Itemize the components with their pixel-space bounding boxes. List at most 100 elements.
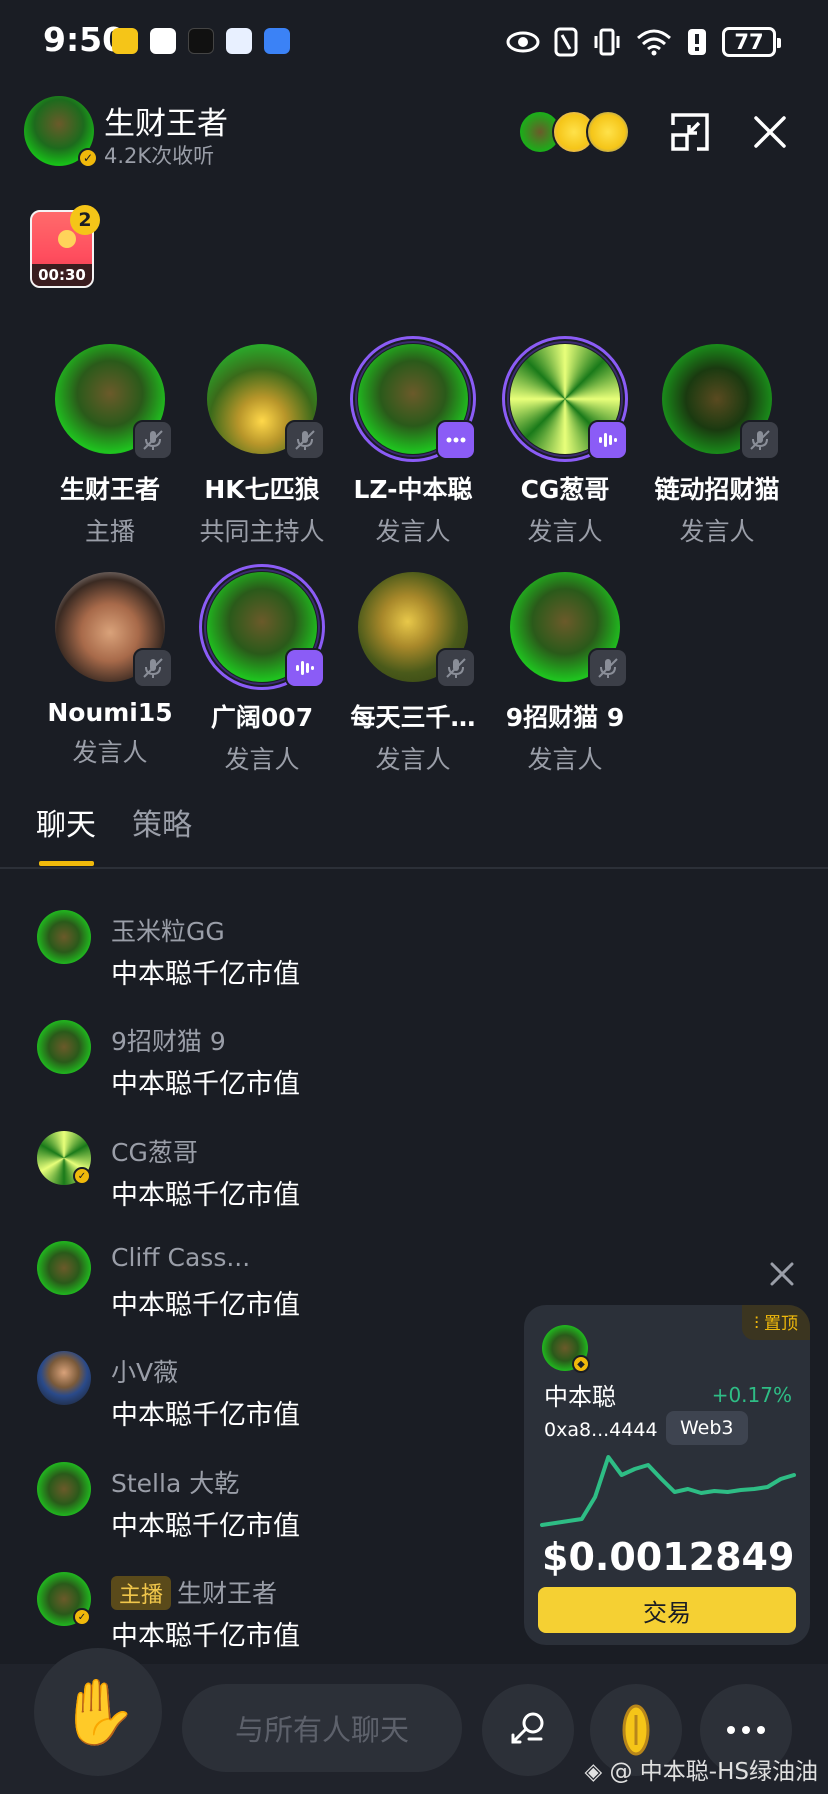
speaker-card[interactable]: CG葱哥 发言人 bbox=[489, 336, 641, 548]
token-change: +0.17% bbox=[711, 1383, 792, 1407]
speaker-card[interactable]: HK七匹狼 共同主持人 bbox=[186, 344, 338, 548]
share-button[interactable] bbox=[482, 1684, 574, 1776]
speaker-name: HK七匹狼 bbox=[204, 475, 320, 504]
message-username: Cliff Cass... bbox=[111, 1243, 251, 1272]
minimize-icon bbox=[671, 113, 709, 151]
chat-message[interactable]: 9招财猫 9 中本聪千亿市值 bbox=[37, 1020, 497, 1110]
token-badge-icon: ◆ bbox=[572, 1355, 590, 1373]
tab-chat[interactable]: 聊天 bbox=[36, 800, 96, 844]
trade-button[interactable]: 交易 bbox=[538, 1587, 796, 1633]
pin-label: 置顶 bbox=[764, 1314, 798, 1334]
coin-icon bbox=[622, 1704, 650, 1756]
message-text: 中本聪千亿市值 bbox=[111, 1180, 300, 1211]
speaker-name: Noumi15 bbox=[47, 698, 173, 727]
watermark-text: @ 中本聪-HS绿油油 bbox=[609, 1759, 818, 1785]
speaker-name: CG葱哥 bbox=[520, 475, 610, 504]
message-text: 中本聪千亿市值 bbox=[111, 1511, 300, 1542]
speaker-role: 发言人 bbox=[527, 745, 603, 774]
chat-message[interactable]: 玉米粒GG 中本聪千亿市值 bbox=[37, 910, 497, 1000]
message-username: 小V薇 bbox=[111, 1358, 179, 1387]
speaker-card[interactable]: LZ-中本聪 发言人 bbox=[337, 336, 489, 548]
chat-message[interactable]: Cliff Cass... 中本聪千亿市值 bbox=[37, 1241, 497, 1331]
speaker-card[interactable]: 生财王者 主播 bbox=[34, 344, 186, 548]
message-username: CG葱哥 bbox=[111, 1138, 198, 1167]
speaking-wave-icon bbox=[588, 420, 628, 460]
speaker-role: 共同主持人 bbox=[199, 517, 325, 546]
listener-avatars[interactable] bbox=[518, 110, 630, 154]
listen-count: 4.2K次收听 bbox=[104, 144, 215, 168]
speaker-card[interactable]: 链动招财猫 发言人 bbox=[641, 344, 793, 548]
vibrate-icon bbox=[594, 28, 620, 56]
speaker-name: 广阔007 bbox=[210, 703, 314, 732]
chat-input[interactable]: 与所有人聊天 bbox=[182, 1684, 462, 1772]
status-bar: 9:50 77 bbox=[0, 0, 828, 82]
speaker-role: 发言人 bbox=[72, 738, 148, 767]
speaker-role: 主播 bbox=[84, 517, 135, 546]
price-sparkline bbox=[540, 1455, 796, 1527]
speaker-role: 发言人 bbox=[527, 517, 603, 546]
tiktok-icon bbox=[188, 28, 214, 54]
chain-chip: Web3 bbox=[666, 1411, 748, 1445]
mic-muted-icon bbox=[285, 420, 325, 460]
speaker-card[interactable]: 广阔007 发言人 bbox=[186, 564, 338, 776]
token-card[interactable]: ⫶ 置顶 ◆ 中本聪 +0.17% 0xa8...4444 Web3 $0.00… bbox=[524, 1305, 810, 1645]
speaking-wave-icon bbox=[285, 648, 325, 688]
calendar-icon bbox=[226, 28, 252, 54]
speaker-role: 发言人 bbox=[375, 517, 451, 546]
nfc-icon bbox=[554, 27, 578, 57]
chat-message[interactable]: Stella 大乾 中本聪千亿市值 bbox=[37, 1462, 497, 1552]
message-username: Stella 大乾 bbox=[111, 1469, 240, 1498]
avatar bbox=[37, 1462, 91, 1516]
more-icon bbox=[727, 1726, 765, 1734]
gift-icon bbox=[58, 230, 76, 248]
verified-badge-icon: ✓ bbox=[78, 148, 98, 168]
token-card-close-button[interactable] bbox=[764, 1256, 800, 1292]
close-button[interactable] bbox=[746, 108, 794, 156]
avatar bbox=[37, 1241, 91, 1295]
close-icon bbox=[754, 116, 786, 148]
speaker-card[interactable]: 每天三千… 发言人 bbox=[337, 572, 489, 776]
divider bbox=[0, 867, 828, 869]
message-text: 中本聪千亿市值 bbox=[111, 1621, 300, 1652]
avatar bbox=[37, 1351, 91, 1405]
avatar bbox=[37, 1020, 91, 1074]
message-text: 中本聪千亿市值 bbox=[111, 1400, 300, 1431]
speaker-name: 每天三千… bbox=[350, 703, 476, 732]
mic-muted-icon bbox=[133, 648, 173, 688]
tab-active-indicator bbox=[39, 861, 94, 866]
verified-badge-icon: ✓ bbox=[73, 1167, 91, 1185]
drive-icon bbox=[150, 28, 176, 54]
message-username: 9招财猫 9 bbox=[111, 1027, 226, 1056]
host-tag: 主播 bbox=[111, 1576, 172, 1610]
browser-icon bbox=[264, 28, 290, 54]
more-options-icon bbox=[436, 420, 476, 460]
raise-hand-icon: ✋ bbox=[58, 1675, 138, 1750]
mic-muted-icon bbox=[133, 420, 173, 460]
token-address[interactable]: 0xa8...4444 bbox=[544, 1419, 658, 1441]
mic-muted-icon bbox=[436, 648, 476, 688]
close-icon bbox=[770, 1262, 794, 1286]
speaker-role: 发言人 bbox=[375, 745, 451, 774]
message-username: 玉米粒GG bbox=[111, 917, 225, 946]
message-username-text: 生财王者 bbox=[177, 1579, 278, 1608]
gift-timer: 00:30 bbox=[32, 264, 92, 286]
speaker-card[interactable]: 9招财猫 9 发言人 bbox=[489, 572, 641, 776]
host-avatar[interactable]: ✓ bbox=[24, 96, 98, 168]
minimize-button[interactable] bbox=[666, 108, 714, 156]
tab-strategy[interactable]: 策略 bbox=[132, 800, 192, 844]
app-notification-icon bbox=[112, 28, 138, 54]
eye-icon bbox=[506, 31, 540, 53]
speaker-name: LZ-中本聪 bbox=[353, 475, 473, 504]
raise-hand-button[interactable]: ✋ bbox=[34, 1648, 162, 1776]
room-title: 生财王者 bbox=[104, 106, 228, 142]
diamond-icon: ◈ bbox=[584, 1759, 610, 1785]
message-text: 中本聪千亿市值 bbox=[111, 959, 300, 990]
listener-avatar bbox=[586, 110, 630, 154]
sparkline-series bbox=[540, 1455, 796, 1527]
chat-message[interactable]: ✓ CG葱哥 中本聪千亿市值 bbox=[37, 1131, 497, 1221]
speaker-card[interactable]: Noumi15 发言人 bbox=[34, 572, 186, 769]
pin-tag: ⫶ 置顶 bbox=[742, 1305, 810, 1340]
avatar bbox=[37, 910, 91, 964]
alert-icon bbox=[688, 29, 706, 55]
chat-message[interactable]: 小V薇 中本聪千亿市值 bbox=[37, 1351, 497, 1441]
